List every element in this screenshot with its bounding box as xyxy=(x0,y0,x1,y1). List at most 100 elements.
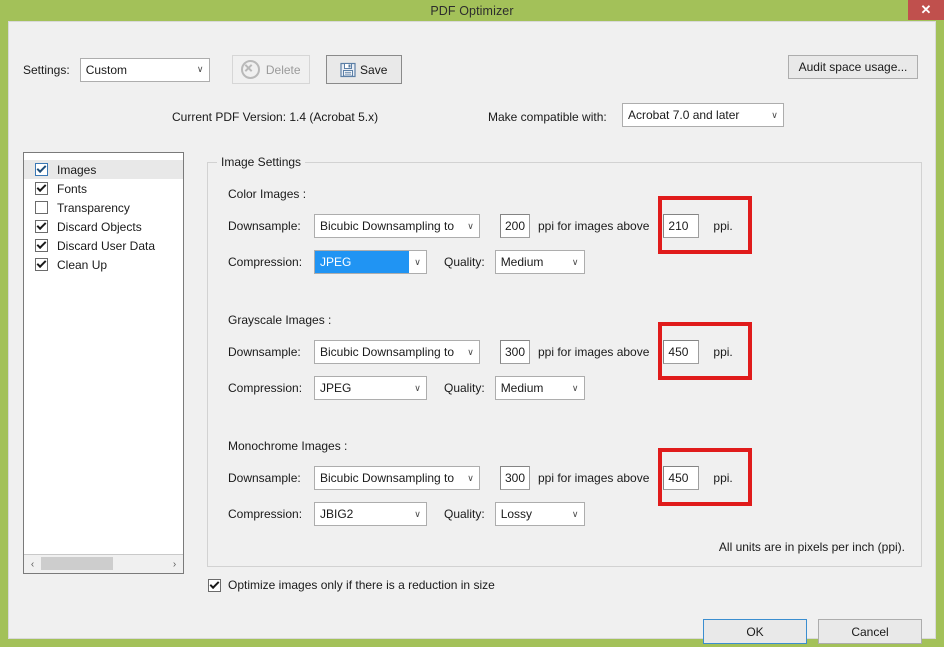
chevron-down-icon: ∨ xyxy=(414,256,421,267)
ppi-suffix-color: ppi. xyxy=(713,219,733,233)
quality-dropdown-monochrome[interactable]: Lossy ∨ xyxy=(494,502,585,526)
quality-dropdown-color[interactable]: Medium ∨ xyxy=(494,250,585,274)
chevron-down-icon: ∨ xyxy=(467,346,474,357)
scroll-right-arrow-icon[interactable]: › xyxy=(166,555,183,573)
delete-button[interactable]: Delete xyxy=(231,55,310,84)
quality-dropdown-grayscale[interactable]: Medium ∨ xyxy=(494,376,585,400)
threshold-ppi-input-color[interactable]: 210 xyxy=(663,214,700,238)
panel-item-checkbox[interactable] xyxy=(35,258,48,271)
downsample-ppi-input-color[interactable]: 200 xyxy=(500,214,530,238)
chevron-down-icon: ∨ xyxy=(467,220,474,231)
compression-label-monochrome: Compression: xyxy=(228,507,303,521)
downsample-label-grayscale: Downsample: xyxy=(228,345,301,359)
downsample-label-color: Downsample: xyxy=(228,219,301,233)
panel-item-checkbox[interactable] xyxy=(35,220,48,233)
save-button-label: Save xyxy=(360,62,388,77)
downsample-row-color: Downsample: Bicubic Downsampling to ∨ 200 pp… xyxy=(228,214,733,238)
settings-dropdown[interactable]: Custom ∨ xyxy=(79,57,210,82)
downsample-method-dropdown-monochrome-value: Bicubic Downsampling to xyxy=(320,471,455,485)
settings-dropdown-value: Custom xyxy=(85,62,128,77)
settings-row: Settings: Custom ∨ Delete Save xyxy=(23,55,402,84)
panel-item-images[interactable]: Images xyxy=(24,160,183,179)
panel-item-discard-objects[interactable]: Discard Objects xyxy=(24,217,183,236)
downsample-ppi-input-grayscale[interactable]: 300 xyxy=(500,340,530,364)
ppi-suffix-grayscale: ppi. xyxy=(713,345,733,359)
chevron-down-icon: ∨ xyxy=(414,508,421,519)
image-settings-legend: Image Settings xyxy=(217,155,306,169)
panel-item-fonts[interactable]: Fonts xyxy=(24,179,183,198)
settings-category-list: Images Fonts Transparency Discard Objects Di… xyxy=(24,153,183,554)
downsample-ppi-input-monochrome[interactable]: 300 xyxy=(500,466,530,490)
section-title-monochrome: Monochrome Images : xyxy=(228,439,348,453)
panel-item-checkbox[interactable] xyxy=(35,239,48,252)
chevron-down-icon: ∨ xyxy=(467,472,474,483)
compression-dropdown-color[interactable]: JPEG ∨ xyxy=(314,250,427,274)
make-compatible-label: Make compatible with: xyxy=(488,110,607,124)
ppi-above-label-monochrome: ppi for images above xyxy=(538,471,650,485)
panel-item-checkbox[interactable] xyxy=(35,163,48,176)
panel-item-transparency[interactable]: Transparency xyxy=(24,198,183,217)
settings-label: Settings: xyxy=(23,62,70,77)
downsample-method-dropdown-grayscale[interactable]: Bicubic Downsampling to ∨ xyxy=(314,340,480,364)
downsample-method-dropdown-grayscale-value: Bicubic Downsampling to xyxy=(320,345,455,359)
horizontal-scrollbar[interactable]: ‹ › xyxy=(24,554,183,573)
chevron-down-icon: ∨ xyxy=(414,382,421,393)
panel-item-clean-up[interactable]: Clean Up xyxy=(24,255,183,274)
chevron-down-icon: ∨ xyxy=(571,382,579,393)
scrollbar-track[interactable] xyxy=(41,555,166,573)
panel-item-label: Discard User Data xyxy=(57,238,156,253)
compression-dropdown-grayscale[interactable]: JPEG ∨ xyxy=(314,376,427,400)
units-note: All units are in pixels per inch (ppi). xyxy=(718,540,905,554)
title-bar: PDF Optimizer ✕ xyxy=(8,0,944,21)
ppi-above-label-color: ppi for images above xyxy=(538,219,650,233)
save-button[interactable]: Save xyxy=(325,55,402,84)
compression-dropdown-grayscale-value: JPEG xyxy=(320,381,352,395)
compression-row-color: Compression: JPEG ∨ Quality: Medium ∨ xyxy=(228,250,585,274)
make-compatible-value: Acrobat 7.0 and later xyxy=(628,108,740,122)
window-title: PDF Optimizer xyxy=(430,3,514,18)
ok-button[interactable]: OK xyxy=(703,619,807,644)
cancel-button[interactable]: Cancel xyxy=(818,619,922,644)
downsample-method-dropdown-monochrome[interactable]: Bicubic Downsampling to ∨ xyxy=(314,466,480,490)
compression-dropdown-color-value: JPEG xyxy=(315,251,409,273)
compression-row-grayscale: Compression: JPEG ∨ Quality: Medium ∨ xyxy=(228,376,585,400)
optimize-images-checkbox-row[interactable]: Optimize images only if there is a reduc… xyxy=(208,578,495,592)
chevron-down-icon: ∨ xyxy=(196,64,204,74)
panel-item-label: Clean Up xyxy=(57,257,108,272)
make-compatible-dropdown[interactable]: Acrobat 7.0 and later ∨ xyxy=(622,103,784,127)
threshold-ppi-input-grayscale[interactable]: 450 xyxy=(663,340,700,364)
chevron-down-icon: ∨ xyxy=(771,109,778,120)
cancel-circle-icon xyxy=(240,60,260,79)
panel-item-checkbox[interactable] xyxy=(35,201,48,214)
scrollbar-thumb[interactable] xyxy=(41,557,113,570)
downsample-row-monochrome: Downsample: Bicubic Downsampling to ∨ 300 pp… xyxy=(228,466,733,490)
downsample-row-grayscale: Downsample: Bicubic Downsampling to ∨ 300 pp… xyxy=(228,340,733,364)
quality-dropdown-monochrome-value: Lossy xyxy=(500,507,533,521)
optimize-images-checkbox[interactable] xyxy=(208,578,221,592)
compression-row-monochrome: Compression: JBIG2 ∨ Quality: Lossy ∨ xyxy=(228,502,585,526)
pdf-optimizer-window: PDF Optimizer ✕ Settings: Custom ∨ Delet… xyxy=(0,0,944,647)
delete-button-label: Delete xyxy=(265,62,301,77)
compression-dropdown-monochrome[interactable]: JBIG2 ∨ xyxy=(314,502,427,526)
panel-item-checkbox[interactable] xyxy=(35,182,48,195)
close-button[interactable]: ✕ xyxy=(908,0,944,20)
ppi-suffix-monochrome: ppi. xyxy=(713,471,733,485)
compression-label-grayscale: Compression: xyxy=(228,381,303,395)
panel-item-label: Transparency xyxy=(57,200,130,215)
compression-label-color: Compression: xyxy=(228,255,303,269)
quality-label-grayscale: Quality: xyxy=(444,381,485,395)
panel-item-label: Images xyxy=(57,162,97,177)
quality-label-monochrome: Quality: xyxy=(444,507,485,521)
downsample-label-monochrome: Downsample: xyxy=(228,471,301,485)
chevron-down-icon: ∨ xyxy=(571,508,579,519)
chevron-down-icon: ∨ xyxy=(571,256,579,267)
downsample-method-dropdown-color[interactable]: Bicubic Downsampling to ∨ xyxy=(314,214,480,238)
compression-dropdown-monochrome-value: JBIG2 xyxy=(320,507,354,521)
panel-item-discard-user-data[interactable]: Discard User Data xyxy=(24,236,183,255)
audit-space-usage-button[interactable]: Audit space usage... xyxy=(788,55,918,79)
threshold-ppi-input-monochrome[interactable]: 450 xyxy=(663,466,700,490)
optimize-images-label: Optimize images only if there is a reduc… xyxy=(228,578,495,592)
panel-item-label: Discard Objects xyxy=(57,219,142,234)
current-pdf-version-text: Current PDF Version: 1.4 (Acrobat 5.x) xyxy=(172,110,379,124)
scroll-left-arrow-icon[interactable]: ‹ xyxy=(24,555,41,573)
